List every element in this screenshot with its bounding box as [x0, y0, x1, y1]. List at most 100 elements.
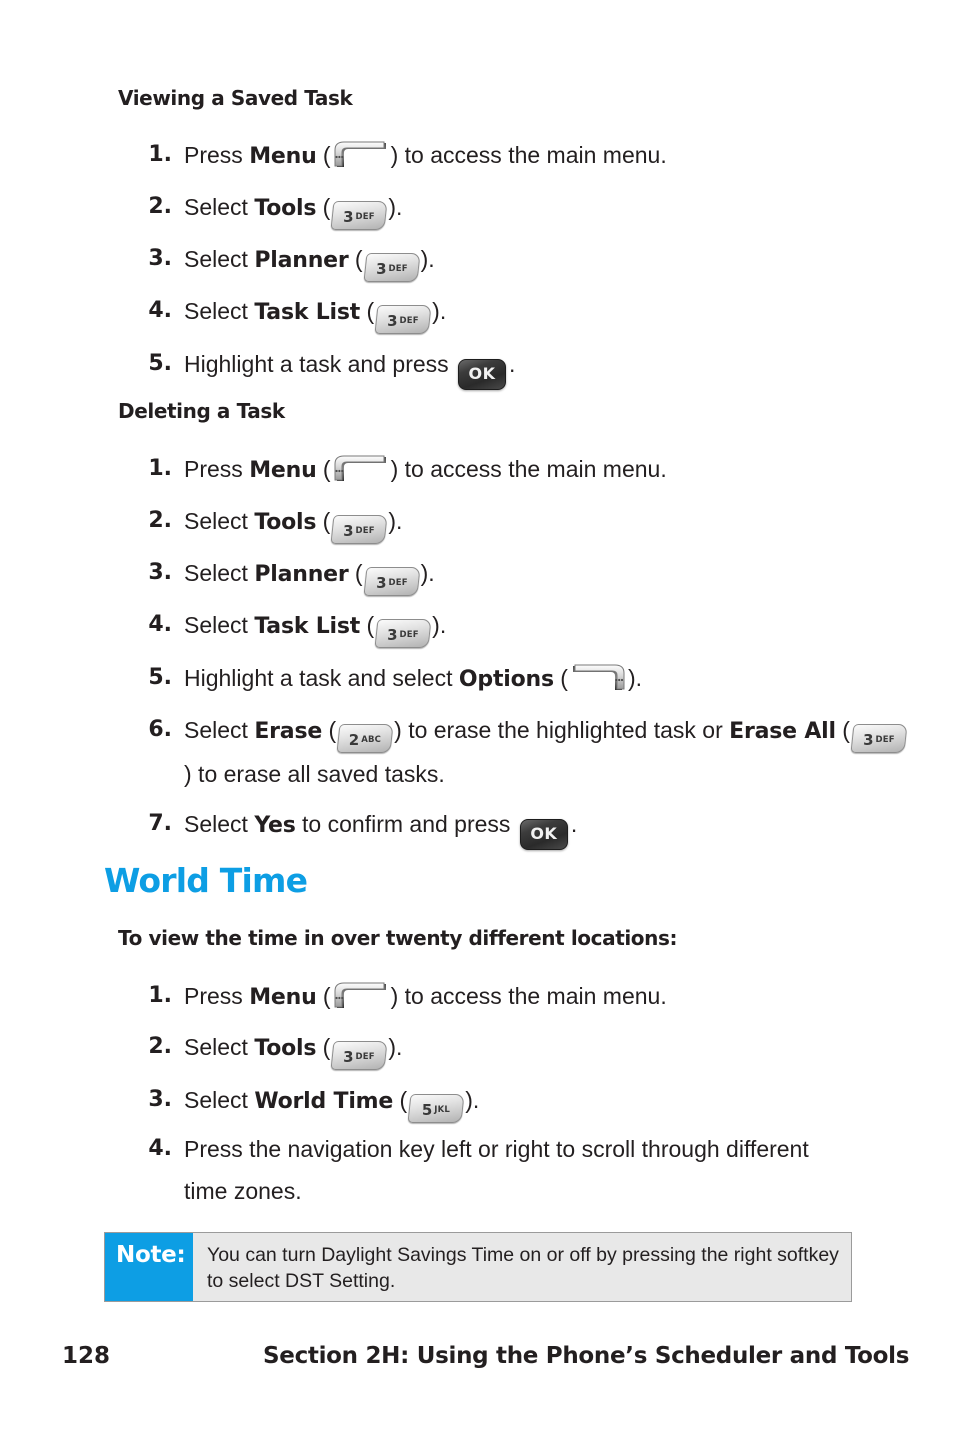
key-letters: DEF: [355, 1052, 376, 1062]
key-digit: 3: [387, 626, 398, 644]
step-text-pre: Press: [184, 142, 250, 168]
step-text-pre: Press: [184, 456, 250, 482]
step-text: Press Menu () to access the main menu.: [184, 448, 908, 492]
key-3-def-icon: 3 DEF: [330, 515, 388, 544]
step-emphasis: Tools: [254, 510, 317, 535]
key-digit: 3: [387, 312, 398, 330]
step-number: 3.: [148, 246, 172, 271]
step-number: 5.: [148, 351, 172, 376]
step-number: 1.: [148, 456, 172, 481]
key-digit: 3: [375, 574, 387, 592]
key-letters: DEF: [355, 212, 376, 222]
step-text-mid: (: [553, 665, 568, 691]
step-number: 2.: [148, 508, 172, 533]
key-2-abc-icon: 2 ABC: [336, 724, 394, 753]
step-item: 4. Select Task List (3 DEF).: [118, 290, 908, 334]
key-letters: DEF: [399, 316, 419, 326]
key-3-def-icon: 3 DEF: [850, 724, 908, 753]
step-text: Select World Time (5 JKL).: [184, 1079, 908, 1123]
step-emphasis: Yes: [254, 813, 296, 838]
step-emphasis: Tools: [254, 196, 317, 221]
key-digit: 3: [343, 208, 354, 226]
key-letters: DEF: [875, 735, 895, 745]
key-3-def-icon: 3 DEF: [330, 1041, 388, 1070]
key-digit: 3: [375, 260, 387, 278]
key-digit: 3: [343, 522, 354, 540]
key-ok-label: OK: [530, 824, 558, 843]
key-3-def-icon: 3 DEF: [374, 619, 432, 648]
key-ok-label: OK: [468, 364, 496, 383]
footer-section-title: Section 2H: Using the Phone’s Scheduler …: [263, 1343, 910, 1369]
note-body: You can turn Daylight Savings Time on or…: [207, 1244, 839, 1292]
step-text-pre: Select: [184, 811, 255, 837]
step-text-post: ).: [420, 560, 435, 586]
key-letters: DEF: [388, 578, 408, 588]
step-text-post: ).: [388, 508, 403, 534]
step-text-pre: Select: [184, 194, 255, 220]
step-item: 3. Select World Time (5 JKL).: [118, 1079, 908, 1123]
step-item: 6. Select Erase (2 ABC) to erase the high…: [118, 709, 908, 795]
key-ok-icon: OK: [458, 359, 507, 390]
step-text: Select Tools (3 DEF).: [184, 500, 908, 544]
step-number: 4.: [148, 1136, 172, 1161]
key-letters: DEF: [355, 526, 376, 536]
step-text-post: .: [570, 811, 578, 837]
step-emphasis: Planner: [254, 248, 349, 273]
key-3-def-icon: 3 DEF: [363, 567, 421, 596]
step-text-mid: (: [348, 560, 363, 586]
heading-viewing-a-saved-task: Viewing a Saved Task: [118, 86, 353, 110]
step-text-pre: Select: [184, 560, 255, 586]
step-emphasis: Task List: [254, 300, 361, 325]
step-text-pre: Select: [184, 298, 255, 324]
step-number: 4.: [148, 298, 172, 323]
key-ok-icon: OK: [519, 819, 568, 850]
key-3-def-icon: 3 DEF: [363, 253, 421, 282]
step-text: Select Tools (3 DEF).: [184, 186, 908, 230]
step-text-post: ).: [388, 1034, 403, 1060]
step-text-mid: to confirm and press: [295, 811, 517, 837]
step-item: 5. Highlight a task and select Options (…: [118, 657, 908, 701]
step-number: 7.: [148, 811, 172, 836]
step-text-pre: Press: [184, 983, 250, 1009]
step-text: Select Erase (2 ABC) to erase the highlig…: [184, 709, 908, 795]
step-text-post: ).: [388, 194, 403, 220]
step-text-pre: Select: [184, 1087, 255, 1113]
step-text-mid: (: [348, 246, 363, 272]
step-text-pre: Select: [184, 717, 255, 743]
step-text: Highlight a task and press OK.: [184, 343, 908, 390]
step-emphasis: World Time: [254, 1089, 394, 1114]
step-text-pre: Highlight a task and press: [184, 351, 456, 377]
step-item: 7. Select Yes to confirm and press OK.: [118, 803, 908, 850]
step-item: 1. Press Menu () to access the main menu…: [118, 134, 908, 178]
step-text-mid: (: [360, 612, 375, 638]
step-emphasis-2: Erase All: [729, 719, 836, 744]
key-letters: DEF: [388, 264, 408, 274]
step-text-post: ).: [432, 612, 447, 638]
step-item: 1. Press Menu () to access the main menu…: [118, 448, 908, 492]
step-text-mid-2: (: [835, 717, 850, 743]
step-number: 2.: [148, 194, 172, 219]
step-number: 3.: [148, 560, 172, 585]
step-item: 2. Select Tools (3 DEF).: [118, 500, 908, 544]
step-text-pre: Highlight a task and select: [184, 665, 459, 691]
step-text-post: ) to erase the highlighted task or: [394, 717, 730, 743]
step-emphasis: Menu: [249, 985, 317, 1010]
key-letters: ABC: [361, 735, 382, 745]
step-text-mid: (: [360, 298, 375, 324]
step-text: Press Menu () to access the main menu.: [184, 134, 908, 178]
step-emphasis: Options: [458, 667, 554, 692]
step-text-pre: Select: [184, 246, 255, 272]
step-emphasis: Menu: [249, 458, 317, 483]
step-text-mid: (: [316, 456, 331, 482]
step-text-mid: (: [316, 194, 331, 220]
heading-deleting-a-task: Deleting a Task: [118, 399, 285, 423]
step-text: Press Menu () to access the main menu.: [184, 975, 908, 1019]
step-number: 3.: [148, 1087, 172, 1112]
step-number: 6.: [148, 717, 172, 742]
step-text: Press the navigation key left or right t…: [184, 1136, 809, 1204]
step-text: Select Planner (3 DEF).: [184, 552, 908, 596]
left-softkey-icon: [334, 454, 388, 484]
manual-page: Viewing a Saved Task 1. Press Menu () to…: [0, 0, 954, 1431]
step-item: 3. Select Planner (3 DEF).: [118, 238, 908, 282]
step-number: 1.: [148, 983, 172, 1008]
